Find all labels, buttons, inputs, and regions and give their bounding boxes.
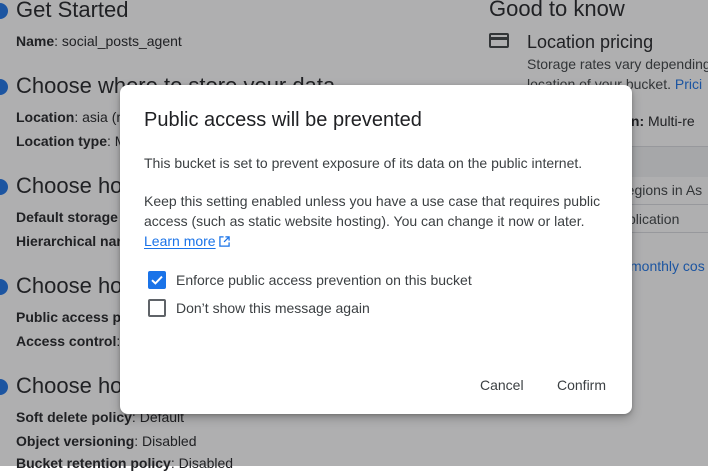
dialog-explanation: Keep this setting enabled unless you hav… [144,193,601,249]
enforce-prevention-checkbox[interactable] [148,271,166,289]
enforce-prevention-option[interactable]: Enforce public access prevention on this… [148,270,472,290]
cancel-button[interactable]: Cancel [480,375,524,395]
dialog-title: Public access will be prevented [144,109,422,131]
checkmark-icon [151,275,163,285]
enforce-prevention-label: Enforce public access prevention on this… [176,272,472,288]
public-access-dialog: Public access will be prevented This buc… [120,85,632,414]
external-link-icon [218,236,230,247]
learn-more-link[interactable]: Learn more [144,233,230,249]
dont-show-again-checkbox[interactable] [148,299,166,317]
confirm-button[interactable]: Confirm [557,375,606,395]
dont-show-again-label: Don’t show this message again [176,300,370,316]
dont-show-again-option[interactable]: Don’t show this message again [148,298,370,318]
dialog-description: This bucket is set to prevent exposure o… [144,155,583,171]
